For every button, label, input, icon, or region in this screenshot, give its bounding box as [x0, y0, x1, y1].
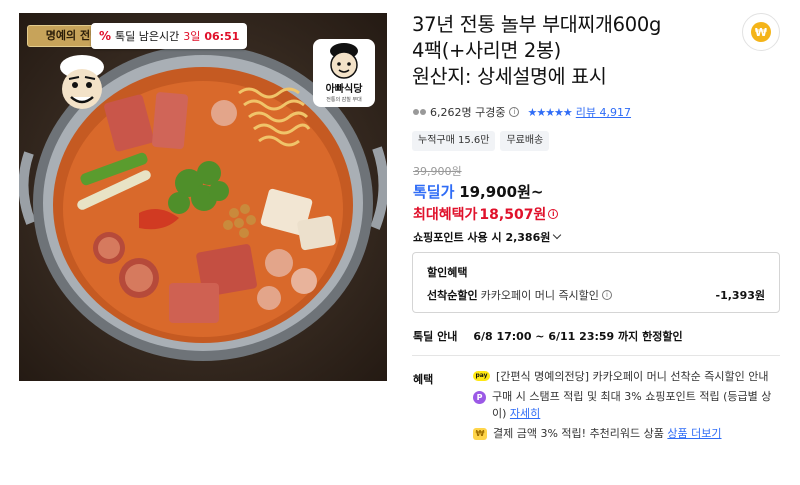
- brand-character-icon: [330, 43, 358, 79]
- deal-price-label: 톡딜가: [413, 183, 455, 201]
- discount-row: 선착순할인 카카오페이 머니 즉시할인 i -1,393원: [427, 287, 765, 303]
- eyes-icon: [413, 109, 426, 115]
- chef-face-logo: [60, 55, 104, 109]
- product-title-line-1: 37년 전통 놀부 부대찌개600g: [412, 13, 662, 36]
- timer-label: 톡딜 남은시간: [115, 30, 180, 43]
- deal-info-label: 톡딜 안내: [413, 330, 458, 343]
- chevron-down-icon: [553, 230, 562, 240]
- benefit-text-wrap: 구매 시 스탬프 적립 및 최대 3% 쇼핑포인트 적립 (등급별 상이) 자세…: [492, 388, 783, 422]
- product-image[interactable]: 명예의 전당 % 톡딜 남은시간 3일 06:51 아빠식당 전통의 감칠 부대: [19, 13, 387, 381]
- watchers-count: 6,262명 구경중: [430, 106, 506, 119]
- discount-box: 할인혜택 선착순할인 카카오페이 머니 즉시할인 i -1,393원: [412, 252, 780, 313]
- deal-timer-badge: % 톡딜 남은시간 3일 06:51: [91, 23, 248, 49]
- rating-stars: ★★★★★: [527, 105, 572, 119]
- discount-amount: -1,393원: [715, 289, 765, 302]
- brand-name: 아빠식당: [325, 84, 363, 95]
- product-title: 37년 전통 놀부 부대찌개600g 4팩(+사리면 2봉) 원산지: 상세설명…: [412, 12, 732, 90]
- benefit-item: P 구매 시 스탬프 적립 및 최대 3% 쇼핑포인트 적립 (등급별 상이) …: [473, 388, 783, 422]
- divider: [412, 355, 780, 356]
- product-title-line-2: 4팩(+사리면 2봉): [412, 39, 561, 62]
- deal-info: 톡딜 안내 6/8 17:00 ~ 6/11 23:59 까지 한정할인: [413, 328, 683, 344]
- benefit-item: ₩ 결제 금액 3% 적립! 추천리워드 상품 상품 더보기: [473, 425, 783, 442]
- more-products-link[interactable]: 상품 더보기: [667, 427, 721, 440]
- benefits-list: pay [간편식 명예의전당] 카카오페이 머니 선착순 즉시할인 안내 P 구…: [473, 368, 783, 445]
- benefit-text-wrap: 결제 금액 3% 적립! 추천리워드 상품 상품 더보기: [493, 425, 722, 442]
- max-benefit-price: 최대혜택가 18,507원 i: [413, 204, 559, 224]
- point-icon: P: [473, 391, 486, 404]
- product-stats: 6,262명 구경중 i ★★★★★ 리뷰 4,917: [413, 104, 631, 120]
- timer-time: 06:51: [204, 29, 240, 43]
- kakaopay-icon: pay: [473, 371, 490, 381]
- review-link[interactable]: 리뷰 4,917: [576, 104, 631, 120]
- benefit-text: [간편식 명예의전당] 카카오페이 머니 선착순 즉시할인 안내: [496, 370, 769, 383]
- free-shipping-tag: 무료배송: [500, 131, 550, 151]
- details-link[interactable]: 자세히: [510, 407, 540, 420]
- coin-icon: ₩: [751, 22, 771, 42]
- max-benefit-label: 최대혜택가: [413, 207, 478, 223]
- benefit-item[interactable]: pay [간편식 명예의전당] 카카오페이 머니 선착순 즉시할인 안내: [473, 368, 783, 385]
- chip-icon: ₩: [473, 428, 487, 440]
- cumulative-purchase-tag: 누적구매 15.6만: [412, 131, 496, 151]
- review-count: 4,917: [599, 106, 632, 119]
- deal-price-amount: 19,900원~: [459, 183, 544, 201]
- deal-price: 톡딜가 19,900원~: [413, 181, 543, 202]
- percent-icon: %: [99, 29, 112, 43]
- deal-info-period: 6/8 17:00 ~ 6/11 23:59 까지 한정할인: [473, 330, 683, 343]
- max-benefit-amount: 18,507원: [479, 207, 547, 223]
- info-icon[interactable]: i: [509, 107, 520, 117]
- review-label: 리뷰: [575, 106, 597, 119]
- reward-coin-button[interactable]: ₩: [742, 13, 780, 51]
- timer-days: 3일: [183, 30, 201, 43]
- product-tags: 누적구매 15.6만 무료배송: [412, 131, 550, 151]
- benefits-label: 혜택: [413, 373, 434, 386]
- discount-name: 선착순할인: [427, 289, 478, 302]
- points-text: 쇼핑포인트 사용 시 2,386원: [413, 231, 551, 244]
- brand-subtitle: 전통의 감칠 부대: [326, 97, 362, 103]
- benefit-text: 결제 금액 3% 적립! 추천리워드 상품: [493, 427, 664, 440]
- original-price: 39,900원: [413, 165, 462, 178]
- product-title-line-3: 원산지: 상세설명에 표시: [412, 65, 607, 88]
- brand-logo: 아빠식당 전통의 감칠 부대: [313, 39, 375, 107]
- discount-title: 할인혜택: [427, 266, 468, 279]
- info-icon[interactable]: i: [601, 290, 612, 300]
- discount-desc: 카카오페이 머니 즉시할인: [480, 289, 599, 302]
- points-dropdown[interactable]: 쇼핑포인트 사용 시 2,386원: [413, 229, 562, 245]
- info-icon[interactable]: i: [548, 209, 559, 219]
